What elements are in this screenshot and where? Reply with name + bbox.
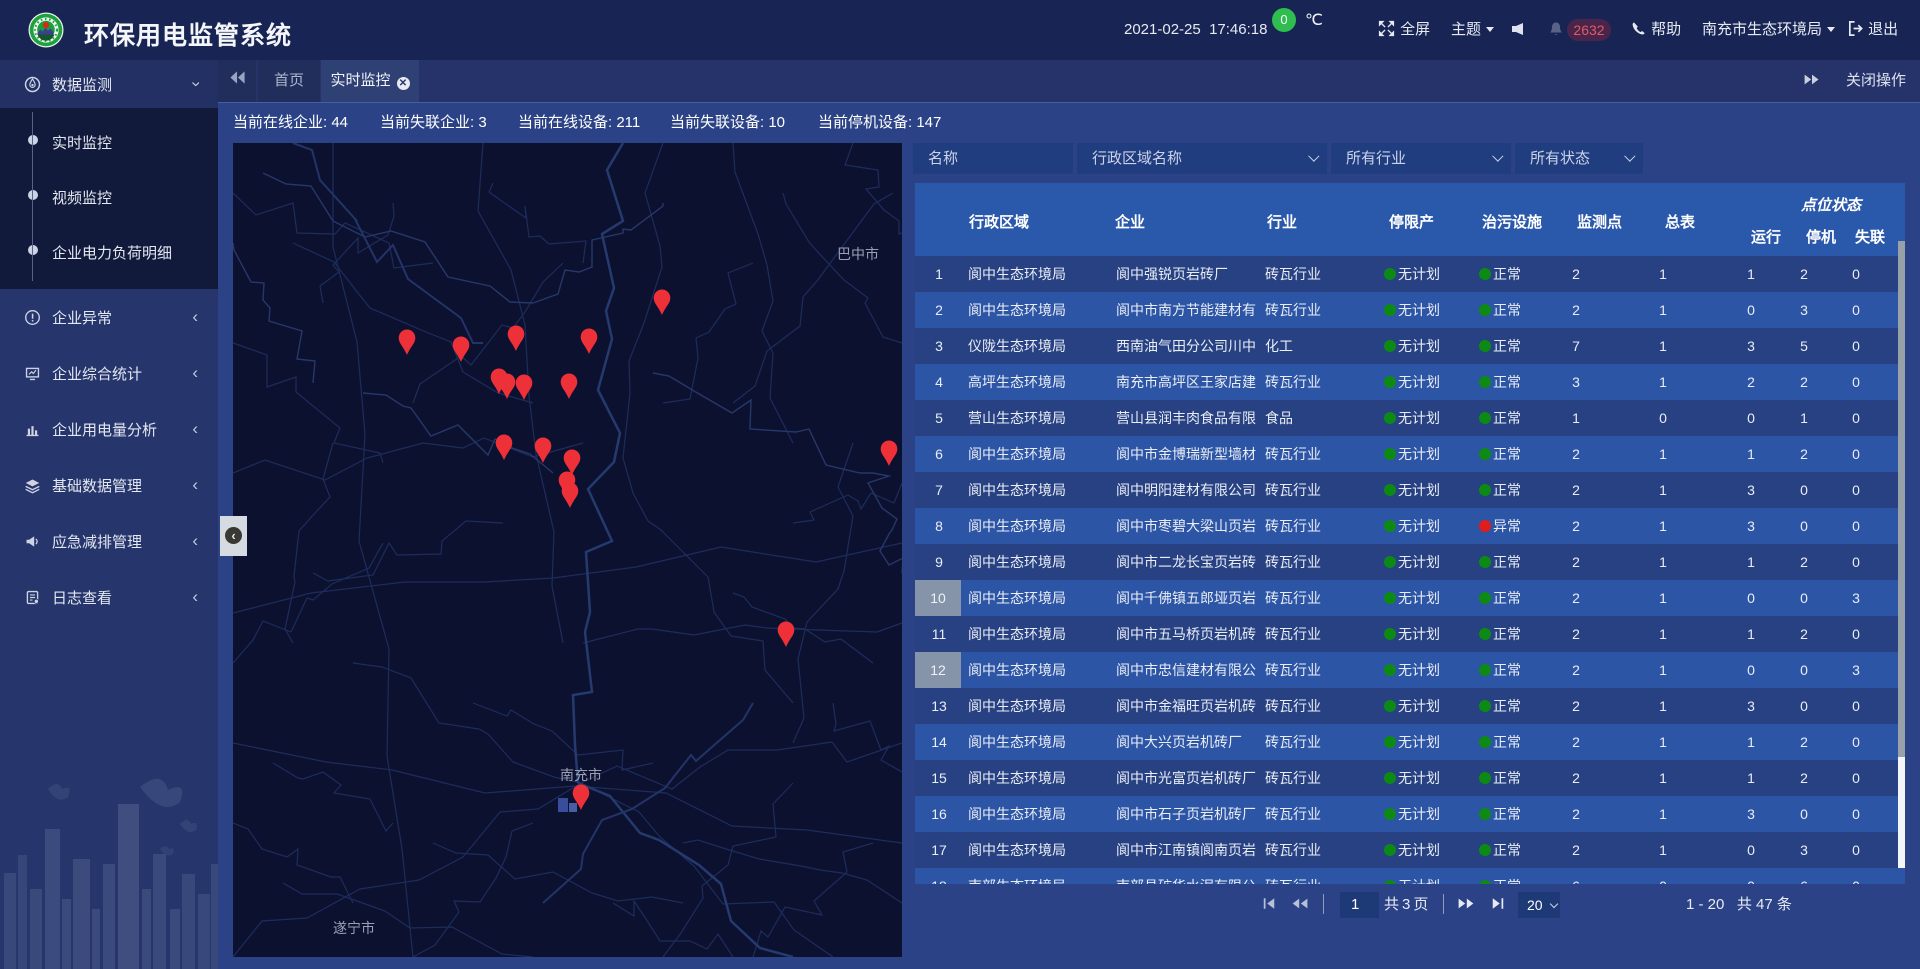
svg-text:巴中市: 巴中市 [837,246,879,262]
svg-text:遂宁市: 遂宁市 [333,920,375,936]
svg-text:南充市: 南充市 [560,767,602,783]
